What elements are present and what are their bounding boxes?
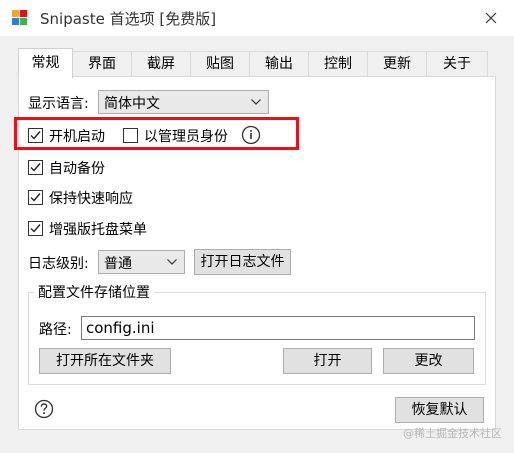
highlight-box xyxy=(14,117,299,150)
change-config-button[interactable]: 更改 xyxy=(383,348,474,374)
path-label: 路径: xyxy=(39,322,72,338)
checkmark-icon xyxy=(30,193,41,202)
enhanced-tray-label[interactable]: 增强版托盘菜单 xyxy=(49,219,147,239)
auto-backup-checkbox[interactable] xyxy=(28,160,43,175)
keep-responsive-label[interactable]: 保持快速响应 xyxy=(49,188,133,208)
open-config-button[interactable]: 打开 xyxy=(283,348,372,374)
tab-screenshot[interactable]: 截屏 xyxy=(131,51,191,76)
window-title: Snipaste 首选项 [免费版] xyxy=(40,10,217,28)
tab-about[interactable]: 关于 xyxy=(426,51,488,76)
help-icon[interactable] xyxy=(34,399,54,419)
open-log-file-button[interactable]: 打开日志文件 xyxy=(194,249,291,275)
checkmark-icon xyxy=(30,163,41,172)
open-folder-button[interactable]: 打开所在文件夹 xyxy=(39,348,171,374)
chevron-down-icon xyxy=(167,259,177,265)
title-bar: Snipaste 首选项 [免费版] xyxy=(0,0,514,36)
tab-update[interactable]: 更新 xyxy=(367,51,427,76)
config-location-group: 配置文件存储位置 路径: config.ini 打开所在文件夹 打开 更改 xyxy=(28,282,486,385)
restore-defaults-button[interactable]: 恢复默认 xyxy=(395,397,484,423)
config-location-title: 配置文件存储位置 xyxy=(34,282,154,302)
log-level-select-value: 普通 xyxy=(104,256,132,272)
keep-responsive-checkbox[interactable] xyxy=(28,190,43,205)
enhanced-tray-checkbox[interactable] xyxy=(28,221,43,236)
language-select[interactable]: 简体中文 xyxy=(98,90,269,114)
tab-interface[interactable]: 界面 xyxy=(72,51,132,76)
tab-control[interactable]: 控制 xyxy=(308,51,368,76)
config-path-value: config.ini xyxy=(86,319,155,337)
snipaste-logo-icon xyxy=(12,10,28,26)
tab-general[interactable]: 常规 xyxy=(18,48,73,78)
close-button[interactable] xyxy=(468,0,514,36)
log-level-select[interactable]: 普通 xyxy=(98,250,185,274)
auto-backup-label[interactable]: 自动备份 xyxy=(49,158,105,178)
tab-output[interactable]: 输出 xyxy=(249,51,309,76)
checkmark-icon xyxy=(30,224,41,233)
tab-paste[interactable]: 贴图 xyxy=(190,51,250,76)
log-level-label: 日志级别: xyxy=(28,256,89,272)
language-label: 显示语言: xyxy=(28,96,89,112)
config-path-input[interactable]: config.ini xyxy=(81,316,475,340)
watermark: @稀土掘金技术社区 xyxy=(403,427,502,440)
language-select-value: 简体中文 xyxy=(104,96,160,112)
close-icon xyxy=(485,12,497,24)
chevron-down-icon xyxy=(251,99,261,105)
